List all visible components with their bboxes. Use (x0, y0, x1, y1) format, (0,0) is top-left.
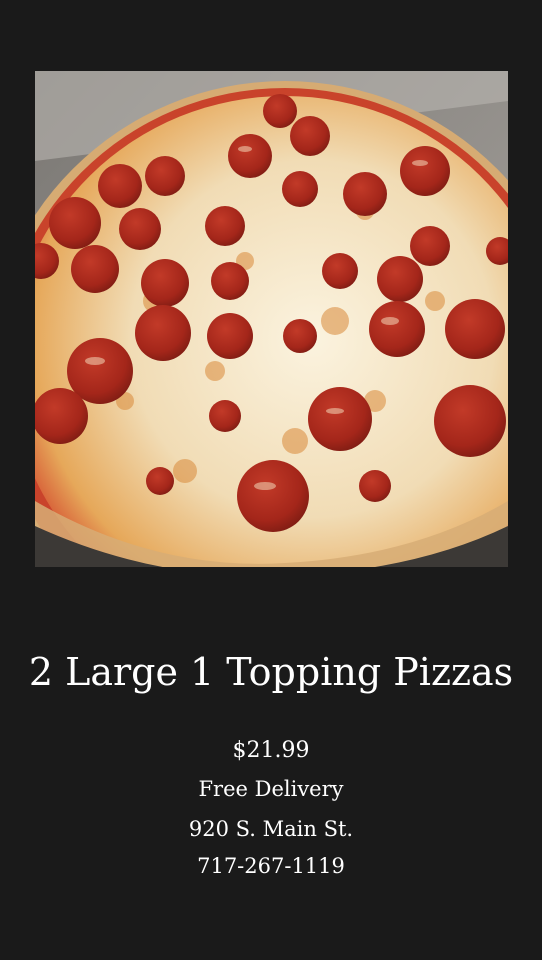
promo-headline: 2 Large 1 Topping Pizzas (28, 650, 514, 694)
promo-address: 920 S. Main St. (188, 817, 354, 841)
pizza-illustration (35, 71, 508, 567)
promo-delivery: Free Delivery (198, 777, 344, 801)
promo-phone: 717-267-1119 (197, 854, 345, 878)
promo-price: $21.99 (232, 738, 310, 763)
pizza-photo (35, 71, 508, 567)
